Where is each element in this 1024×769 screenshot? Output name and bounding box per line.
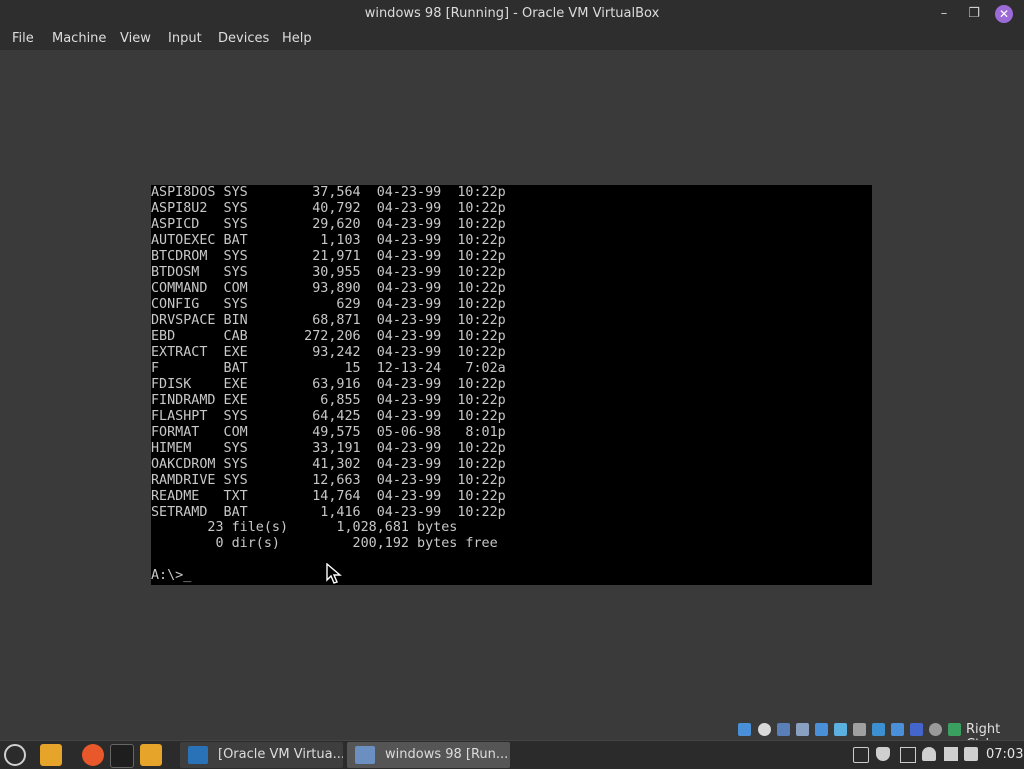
dir-entry: FLASHPT SYS 64,425 04-23-99 10:22p — [151, 409, 506, 424]
menu-machine[interactable]: Machine — [52, 31, 106, 46]
network-tray-icon[interactable] — [944, 747, 958, 761]
dos-prompt: A:\> — [151, 568, 184, 583]
clock[interactable]: 07:03 — [986, 747, 1023, 762]
menu-help[interactable]: Help — [282, 31, 312, 46]
vt-x-icon[interactable] — [910, 723, 923, 736]
mouse-integration-icon[interactable] — [929, 723, 942, 736]
dir-entry: DRVSPACE BIN 68,871 04-23-99 10:22p — [151, 313, 506, 328]
taskbar: [Oracle VM Virtua... windows 98 [Run... … — [0, 740, 1024, 769]
keyboard-icon[interactable] — [948, 723, 961, 736]
dir-entry: ASPICD SYS 29,620 04-23-99 10:22p — [151, 217, 506, 232]
dos-cursor: _ — [183, 568, 192, 583]
dos-summary-dirs: 0 dir(s) 200,192 bytes free — [151, 536, 498, 551]
guest-dos-screen[interactable]: 23 file(s) 1,028,681 bytes 0 dir(s) 200,… — [151, 185, 872, 585]
dir-entry: BTDOSM SYS 30,955 04-23-99 10:22p — [151, 265, 506, 280]
window-titlebar[interactable]: windows 98 [Running] - Oracle VM Virtual… — [0, 0, 1024, 28]
menu-logo-icon[interactable] — [4, 744, 26, 766]
windows98-icon — [355, 746, 375, 764]
floppy-icon[interactable] — [777, 723, 790, 736]
terminal-icon[interactable] — [110, 744, 134, 768]
volume-icon[interactable] — [964, 747, 978, 761]
dir-entry: OAKCDROM SYS 41,302 04-23-99 10:22p — [151, 457, 506, 472]
dir-entry: F BAT 15 12-13-24 7:02a — [151, 361, 506, 376]
notes-icon[interactable] — [900, 747, 916, 763]
network-icon[interactable] — [815, 723, 828, 736]
shield-icon[interactable] — [876, 747, 890, 761]
dir-entry: SETRAMD BAT 1,416 04-23-99 10:22p — [151, 505, 506, 520]
maximize-button[interactable]: ❐ — [965, 5, 983, 23]
dir-entry: EBD CAB 272,206 04-23-99 10:22p — [151, 329, 506, 344]
files-icon[interactable] — [40, 744, 62, 766]
dir-entry: FDISK EXE 63,916 04-23-99 10:22p — [151, 377, 506, 392]
dir-entry: COMMAND COM 93,890 04-23-99 10:22p — [151, 281, 506, 296]
menu-view[interactable]: View — [120, 31, 151, 46]
shared-folder-icon[interactable] — [853, 723, 866, 736]
virtualbox-icon — [188, 746, 208, 764]
dir-entry: RAMDRIVE SYS 12,663 04-23-99 10:22p — [151, 473, 506, 488]
dir-entry: CONFIG SYS 629 04-23-99 10:22p — [151, 297, 506, 312]
dir-entry: ASPI8DOS SYS 37,564 04-23-99 10:22p — [151, 185, 506, 200]
recording-icon[interactable] — [891, 723, 904, 736]
vm-status-bar: Right Ctrl — [0, 720, 1024, 752]
dir-entry: BTCDROM SYS 21,971 04-23-99 10:22p — [151, 249, 506, 264]
browser-icon[interactable] — [82, 744, 104, 766]
dir-entry: AUTOEXEC BAT 1,103 04-23-99 10:22p — [151, 233, 506, 248]
optical-disk-icon[interactable] — [758, 723, 771, 736]
dir-entry: FINDRAMD EXE 6,855 04-23-99 10:22p — [151, 393, 506, 408]
dir-entry: EXTRACT EXE 93,242 04-23-99 10:22p — [151, 345, 506, 360]
minimize-button[interactable]: – — [935, 5, 953, 23]
usb-icon[interactable] — [834, 723, 847, 736]
task-label: windows 98 [Run... — [385, 747, 509, 762]
menu-devices[interactable]: Devices — [218, 31, 269, 46]
dir-entry: README TXT 14,764 04-23-99 10:22p — [151, 489, 506, 504]
mouse-pointer-icon — [326, 563, 342, 584]
dos-summary-files: 23 file(s) 1,028,681 bytes — [151, 520, 458, 535]
hard-disk-icon[interactable] — [738, 723, 751, 736]
task-label: [Oracle VM Virtua... — [218, 747, 343, 762]
dir-entry: HIMEM SYS 33,191 04-23-99 10:22p — [151, 441, 506, 456]
close-button[interactable]: ✕ — [995, 5, 1013, 23]
menu-file[interactable]: File — [12, 31, 34, 46]
display-icon[interactable] — [872, 723, 885, 736]
dir-entry: ASPI8U2 SYS 40,792 04-23-99 10:22p — [151, 201, 506, 216]
audio-icon[interactable] — [796, 723, 809, 736]
dir-entry: FORMAT COM 49,575 05-06-98 8:01p — [151, 425, 506, 440]
window-title: windows 98 [Running] - Oracle VM Virtual… — [364, 6, 660, 21]
dos-prompt-line: A:\>_ — [151, 568, 191, 584]
task-virtualbox-manager[interactable]: [Oracle VM Virtua... — [180, 742, 343, 768]
folder-icon[interactable] — [140, 744, 162, 766]
task-windows98-vm[interactable]: windows 98 [Run... — [347, 742, 510, 768]
menu-bar: File Machine View Input Devices Help — [0, 28, 1024, 50]
menu-input[interactable]: Input — [168, 31, 202, 46]
user-icon[interactable] — [922, 747, 936, 761]
clipboard-icon[interactable] — [853, 747, 869, 763]
